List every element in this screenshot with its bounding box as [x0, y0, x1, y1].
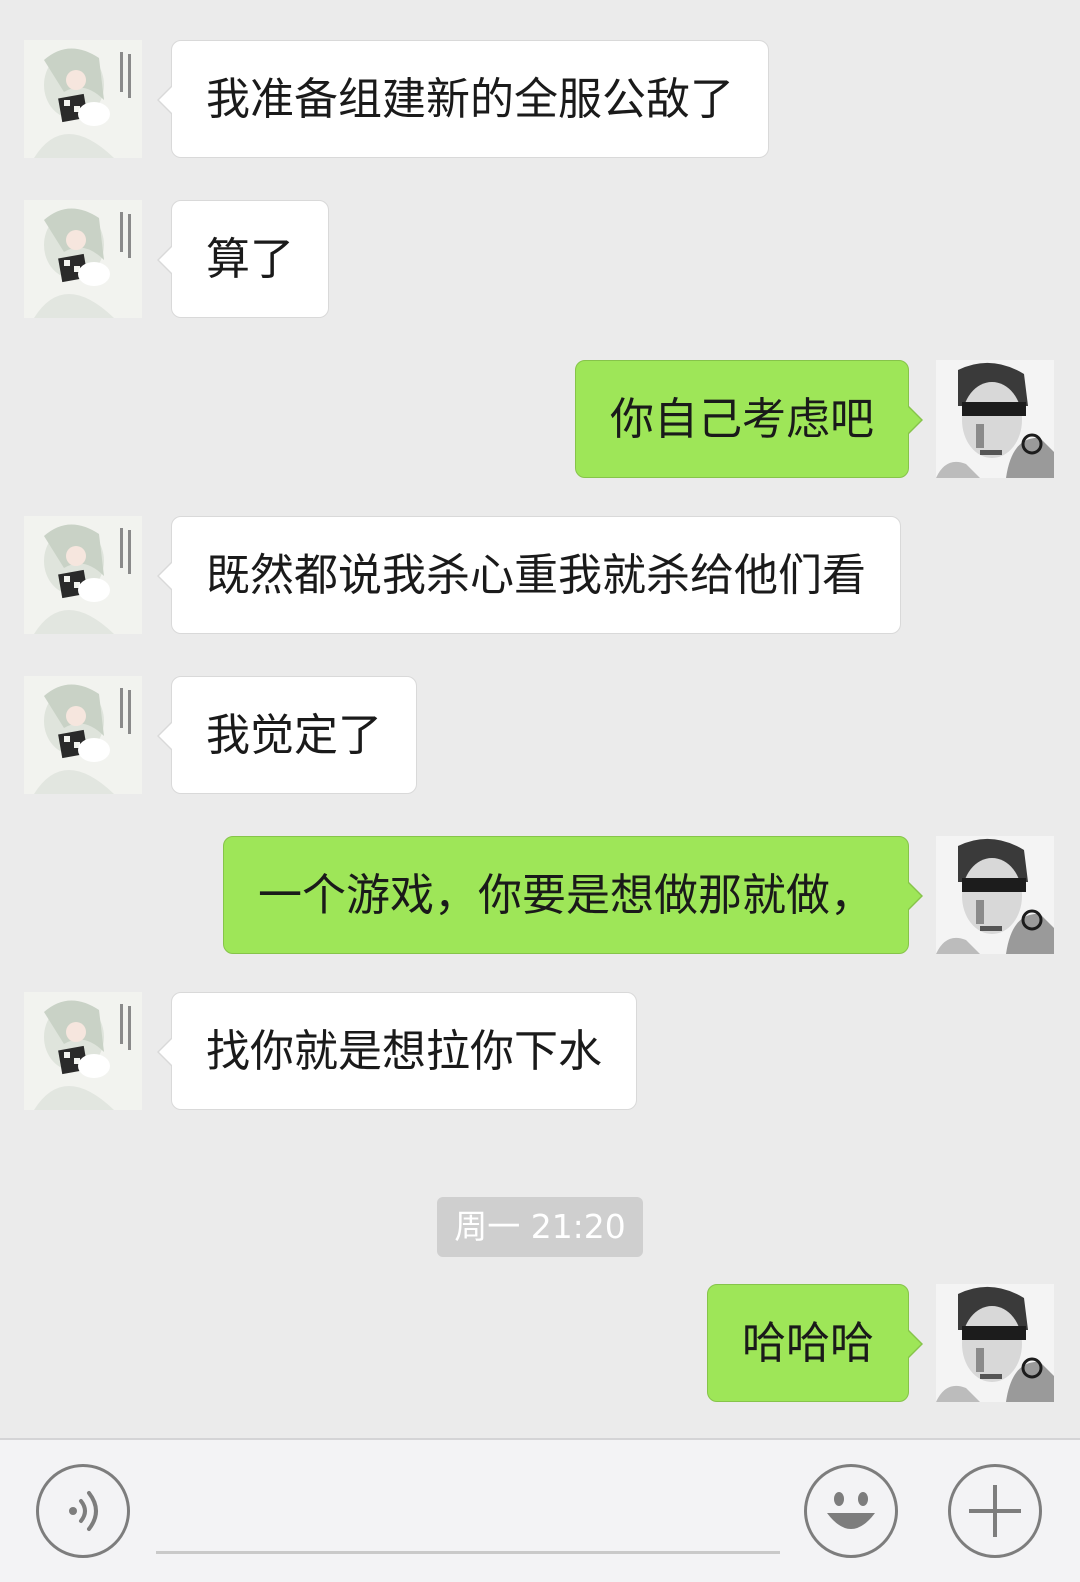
outgoing-message-bubble[interactable]: 一个游戏，你要是想做那就做， — [223, 836, 923, 954]
my-avatar[interactable] — [936, 1284, 1054, 1402]
incoming-message-bubble[interactable]: 找你就是想拉你下水 — [157, 992, 637, 1110]
message-input[interactable] — [156, 1470, 780, 1554]
incoming-message-bubble[interactable]: 既然都说我杀心重我就杀给他们看 — [157, 516, 901, 634]
contact-avatar[interactable] — [24, 40, 142, 158]
my-avatar[interactable] — [936, 360, 1054, 478]
incoming-message-bubble[interactable]: 我觉定了 — [157, 676, 417, 794]
chat-message-area[interactable]: 我准备组建新的全服公敌了 算了 你自己考虑吧 既然都说我杀心重我就杀给他们看 我… — [0, 0, 1080, 1438]
plus-icon — [969, 1485, 1021, 1537]
contact-avatar[interactable] — [24, 676, 142, 794]
contact-avatar[interactable] — [24, 992, 142, 1110]
voice-icon — [69, 1491, 98, 1531]
more-options-button[interactable] — [948, 1464, 1042, 1558]
voice-button[interactable] — [36, 1464, 130, 1558]
emoji-icon — [827, 1492, 875, 1529]
contact-avatar[interactable] — [24, 200, 142, 318]
contact-avatar[interactable] — [24, 516, 142, 634]
input-bar — [0, 1438, 1080, 1582]
timestamp-divider: 周一 21:20 — [437, 1197, 643, 1257]
my-avatar[interactable] — [936, 836, 1054, 954]
incoming-message-bubble[interactable]: 算了 — [157, 200, 329, 318]
emoji-button[interactable] — [804, 1464, 898, 1558]
outgoing-message-bubble[interactable]: 你自己考虑吧 — [575, 360, 923, 478]
incoming-message-bubble[interactable]: 我准备组建新的全服公敌了 — [157, 40, 769, 158]
outgoing-message-bubble[interactable]: 哈哈哈 — [707, 1284, 923, 1402]
